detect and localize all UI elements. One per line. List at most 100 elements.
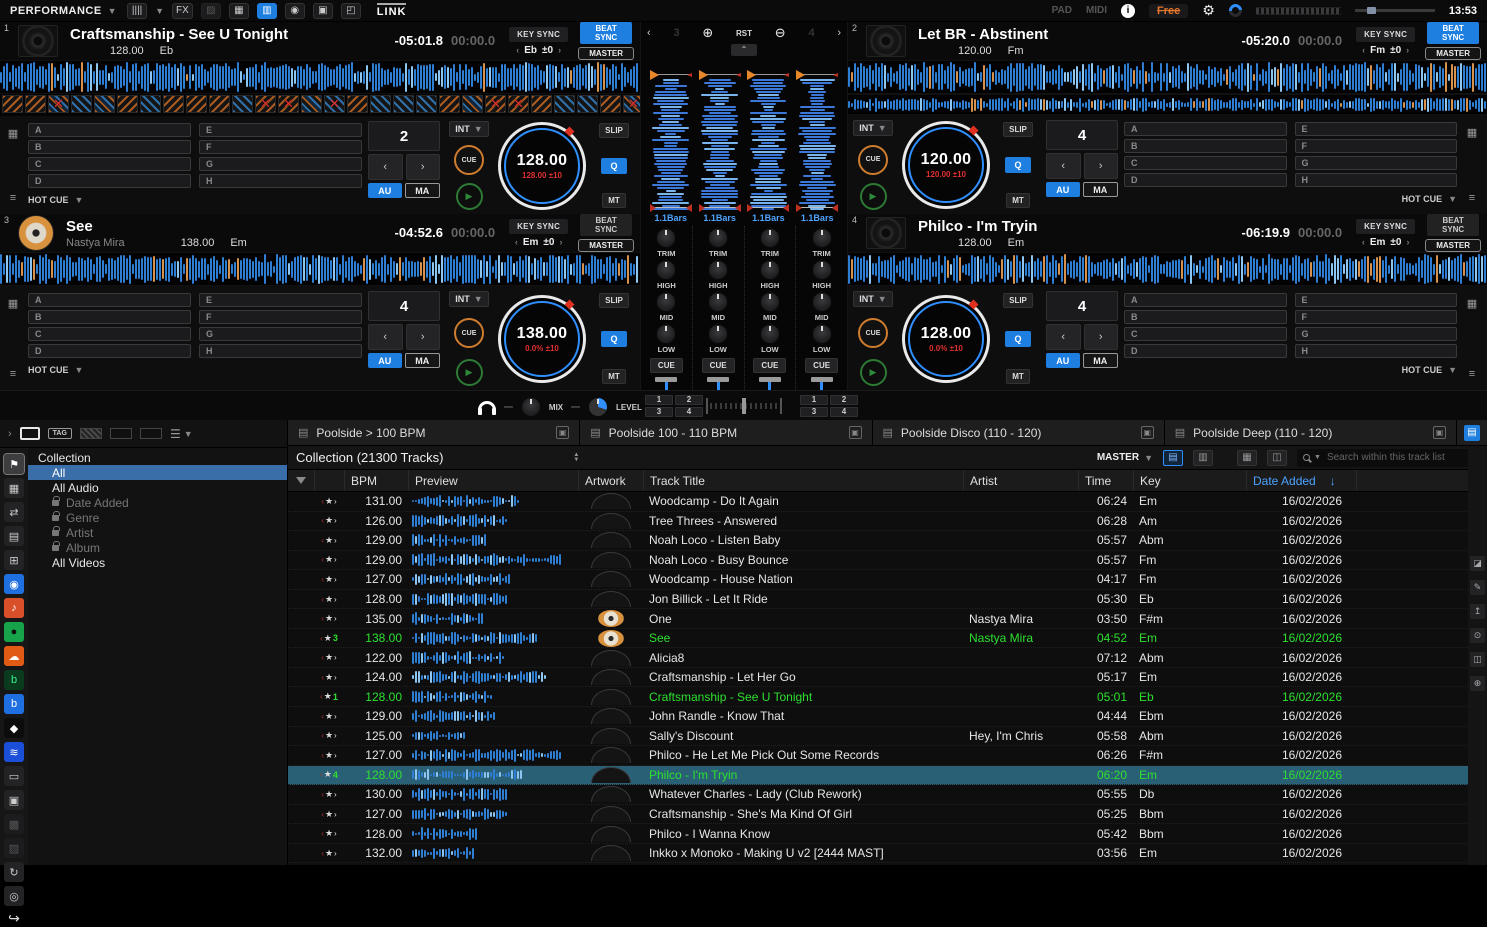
open-panel-icon[interactable]: ▣ [849, 426, 862, 439]
spotify-icon[interactable]: ● [4, 622, 24, 642]
cloud-library-icon[interactable]: ◉ [4, 574, 24, 594]
history-icon[interactable]: ↻ [4, 862, 24, 882]
hotcue-slot-D[interactable]: D [1124, 344, 1287, 358]
track-row[interactable]: ‹★›127.00Woodcamp - House Nation04:17Fm1… [288, 570, 1468, 590]
track-preview-waveform[interactable] [412, 592, 574, 606]
mid-knob[interactable] [656, 292, 676, 312]
deck-overview-waveform[interactable] [848, 94, 1487, 115]
hotcue-slot-H[interactable]: H [199, 174, 362, 188]
track-preview-waveform[interactable] [412, 494, 574, 508]
master-button[interactable]: MASTER [1425, 239, 1481, 252]
track-preview-waveform[interactable] [412, 709, 574, 723]
hotcue-slot-F[interactable]: F [199, 140, 362, 154]
playlist-tab-4[interactable]: ▤Poolside Deep (110 - 120)▣ [1165, 420, 1457, 445]
key-right-arrow[interactable]: › [558, 45, 561, 55]
key-left-arrow[interactable]: ‹ [515, 237, 518, 247]
column-header-bpm[interactable]: BPM [344, 470, 408, 491]
view-detail-button[interactable]: ▥ [1193, 450, 1213, 466]
channel-fader[interactable] [810, 377, 834, 390]
sort-arrows-icon[interactable]: ▲▼ [573, 453, 579, 463]
pads-icon[interactable]: ▦ [8, 297, 18, 310]
key-left-arrow[interactable]: ‹ [1362, 237, 1365, 247]
hotcue-slot-A[interactable]: A [28, 293, 191, 307]
track-preview-waveform[interactable] [412, 729, 574, 743]
key-sync-button[interactable]: KEY SYNC [509, 219, 568, 234]
track-preview-waveform[interactable] [412, 612, 574, 626]
track-row[interactable]: ‹★›130.00Whatever Charles - Lady (Club R… [288, 785, 1468, 805]
open-panel-icon[interactable]: ▣ [556, 426, 569, 439]
hotcue-slot-D[interactable]: D [28, 174, 191, 188]
track-preview-waveform[interactable] [412, 553, 574, 567]
hotcue-slot-A[interactable]: A [1124, 122, 1287, 136]
assign-4-button[interactable]: 4 [830, 407, 858, 417]
play-button[interactable]: ▶ [860, 183, 887, 210]
hot-cue-mode-dropdown[interactable]: HOT CUE▼ [1124, 364, 1457, 375]
hotcue-slot-E[interactable]: E [1295, 122, 1458, 136]
mode-selector[interactable]: PERFORMANCE ▼ [10, 5, 117, 17]
column-header-track-title[interactable]: Track Title [643, 470, 963, 491]
gear-icon[interactable]: ⚙ [1202, 2, 1215, 19]
track-row[interactable]: ‹★4128.00Philco - I'm Tryin06:20Em16/02/… [288, 766, 1468, 786]
assign-2-button[interactable]: 2 [675, 395, 703, 405]
beat-sync-button[interactable]: BEAT SYNC [1427, 22, 1479, 44]
assign-1-button[interactable]: 1 [800, 395, 828, 405]
playlist-tab-1[interactable]: ▤Poolside > 100 BPM▣ [288, 420, 580, 445]
auto-button[interactable]: AU [1046, 353, 1080, 368]
info-icon[interactable]: ⊙ [1470, 628, 1485, 643]
fx-icon[interactable]: FX [172, 3, 193, 19]
matrix-icon[interactable]: ⊞ [4, 550, 24, 570]
master-tempo-button[interactable]: MT [602, 369, 626, 384]
pads-icon[interactable]: ▦ [1467, 297, 1477, 310]
column-header-time[interactable]: Time [1078, 470, 1133, 491]
beat-jump-back-button[interactable]: ‹ [1046, 324, 1081, 350]
reset-zoom-button[interactable]: RST [736, 29, 752, 38]
filter-column-header[interactable] [288, 470, 314, 491]
jog-wheel[interactable]: 120.00120.00 ±10 [902, 121, 990, 209]
master-button[interactable]: MASTER [578, 47, 634, 60]
playlist-tab-3[interactable]: ▤Poolside Disco (110 - 120)▣ [873, 420, 1165, 445]
master-tempo-button[interactable]: MT [602, 193, 626, 208]
jog-wheel[interactable]: 128.000.0% ±10 [902, 295, 990, 383]
split-view-icon[interactable]: ◫ [1470, 652, 1485, 667]
display-toggle-icon[interactable] [20, 427, 40, 440]
hotcue-slot-C[interactable]: C [28, 327, 191, 341]
beat-jump-forward-button[interactable]: › [1084, 324, 1119, 350]
sampler-icon[interactable]: ▨ [201, 3, 221, 19]
deck-waveform[interactable] [0, 60, 640, 94]
play-button[interactable]: ▶ [456, 359, 483, 386]
key-right-arrow[interactable]: › [559, 237, 562, 247]
camera-device-icon[interactable]: ▨ [4, 838, 24, 858]
auto-button[interactable]: AU [1046, 182, 1080, 197]
hotcue-slot-B[interactable]: B [28, 140, 191, 154]
deck-waveform[interactable] [848, 252, 1487, 286]
beat-sync-button[interactable]: BEAT SYNC [1427, 214, 1479, 236]
beat-sync-button[interactable]: BEAT SYNC [580, 22, 632, 44]
track-preview-waveform[interactable] [412, 690, 574, 704]
hotcue-slot-E[interactable]: E [1295, 293, 1458, 307]
video-icon[interactable]: ▣ [313, 3, 333, 19]
track-row[interactable]: ‹★›129.00Noah Loco - Busy Bounce05:57Fm1… [288, 551, 1468, 571]
playlist-tab-2[interactable]: ▤Poolside 100 - 110 BPM▣ [580, 420, 872, 445]
logout-icon[interactable]: ↪ [8, 910, 20, 927]
track-preview-waveform[interactable] [412, 748, 574, 762]
key-right-arrow[interactable]: › [1406, 237, 1409, 247]
channel-cue-button[interactable]: CUE [805, 358, 838, 373]
hotcue-slot-G[interactable]: G [199, 327, 362, 341]
tree-item-artist[interactable]: Artist [28, 525, 287, 540]
trim-knob[interactable] [708, 228, 728, 248]
track-preview-waveform[interactable] [412, 787, 574, 801]
vertical-waveform[interactable] [796, 62, 838, 213]
track-row[interactable]: ‹★1128.00Craftsmanship - See U Tonight05… [288, 687, 1468, 707]
sidebar-expand-arrow[interactable]: › [8, 428, 12, 440]
export-icon[interactable]: ↥ [1470, 604, 1485, 619]
vertical-waveform[interactable] [699, 62, 741, 213]
track-preview-waveform[interactable] [412, 533, 574, 547]
itunes-icon[interactable]: ♪ [4, 598, 24, 618]
stems-icon[interactable]: ≡ [1469, 192, 1475, 204]
pads-icon[interactable]: ▦ [1467, 126, 1477, 139]
low-knob[interactable] [708, 324, 728, 344]
column-header-artwork[interactable]: Artwork [578, 470, 643, 491]
deezer-icon[interactable]: ≋ [4, 742, 24, 762]
track-row[interactable]: ‹★›129.00Noah Loco - Listen Baby05:57Abm… [288, 531, 1468, 551]
column-header-preview[interactable]: Preview [408, 470, 578, 491]
